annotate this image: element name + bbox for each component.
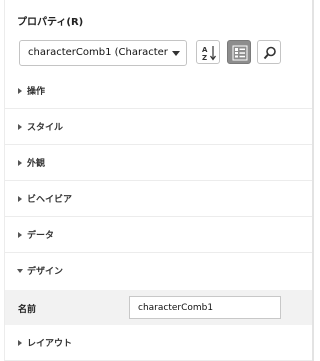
category-label: 操作: [27, 87, 46, 97]
category-behavior[interactable]: ビヘイビア: [5, 181, 312, 217]
expand-arrow-icon: [18, 160, 22, 166]
properties-panel: プロパティ(R) characterComb1 (Character C... …: [0, 0, 314, 361]
expand-arrow-icon: [18, 88, 22, 94]
category-layout[interactable]: レイアウト: [5, 325, 312, 361]
sort-alphabetical-button[interactable]: A Z: [196, 40, 220, 64]
object-selector-value: characterComb1 (Character C...: [28, 47, 168, 58]
svg-text:Z: Z: [202, 54, 207, 62]
categorized-view-button[interactable]: [227, 40, 251, 64]
categorized-view-icon: [232, 45, 248, 61]
category-label: ビヘイビア: [27, 195, 73, 205]
name-input[interactable]: [129, 296, 281, 319]
category-label: 外観: [27, 159, 46, 169]
property-name-label: 名前: [18, 305, 37, 315]
category-label: レイアウト: [27, 339, 73, 349]
category-label: データ: [27, 231, 55, 241]
expand-arrow-icon: [18, 232, 22, 238]
sort-az-icon: A Z: [202, 46, 216, 62]
property-row-name: 名前: [5, 290, 312, 325]
category-appearance[interactable]: 外観: [5, 145, 312, 181]
expand-arrow-icon: [18, 340, 22, 346]
expand-arrow-icon: [18, 196, 22, 202]
panel-title: プロパティ(R): [17, 17, 84, 28]
category-style[interactable]: スタイル: [5, 109, 312, 145]
category-label: スタイル: [27, 123, 64, 133]
object-selector-dropdown[interactable]: characterComb1 (Character C...: [19, 40, 187, 66]
svg-text:A: A: [202, 46, 208, 54]
search-icon: [263, 46, 276, 60]
expand-arrow-icon: [18, 124, 22, 130]
category-operations[interactable]: 操作: [5, 73, 312, 109]
category-design[interactable]: デザイン: [5, 253, 312, 289]
chevron-down-icon: [172, 51, 180, 56]
category-data[interactable]: データ: [5, 217, 312, 253]
category-label: デザイン: [27, 267, 64, 277]
search-button[interactable]: [257, 40, 281, 64]
panel-right-border: [312, 0, 314, 361]
collapse-arrow-icon: [17, 269, 23, 273]
